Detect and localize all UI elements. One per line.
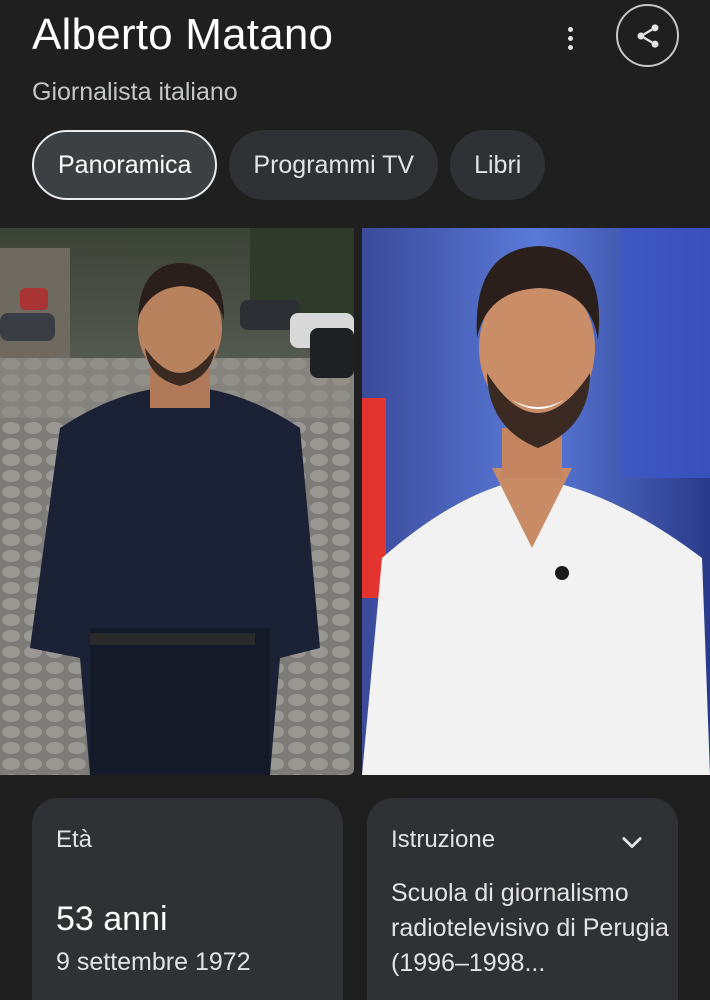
tab-bar: Panoramica Programmi TV Libri <box>32 130 546 200</box>
image-thumbnail-studio[interactable] <box>362 228 710 775</box>
education-label: Istruzione <box>391 826 496 853</box>
page-title: Alberto Matano <box>32 10 334 59</box>
tab-programmi-tv[interactable]: Programmi TV <box>229 130 439 200</box>
more-vert-icon <box>567 26 573 32</box>
education-card[interactable]: Istruzione Scuola di giornalismo radiote… <box>367 798 678 1000</box>
tab-libri[interactable]: Libri <box>450 130 546 200</box>
chevron-down-icon[interactable] <box>618 828 646 856</box>
page-subtitle: Giornalista italiano <box>32 78 238 106</box>
share-icon <box>637 23 658 48</box>
tab-panoramica[interactable]: Panoramica <box>32 130 218 200</box>
share-button[interactable] <box>616 4 679 67</box>
birth-date: 9 settembre 1972 <box>56 948 251 976</box>
more-options-button[interactable] <box>552 18 588 58</box>
age-label: Età <box>56 826 93 853</box>
knowledge-panel: Alberto Matano Giornalista italiano Pano… <box>0 0 710 1000</box>
education-value: Scuola di giornalismo radiotelevisivo di… <box>391 879 669 977</box>
age-card[interactable]: Età 53 anni 9 settembre 1972 <box>32 798 343 1000</box>
image-thumbnail-street[interactable] <box>0 228 354 775</box>
age-value: 53 anni <box>56 900 168 938</box>
